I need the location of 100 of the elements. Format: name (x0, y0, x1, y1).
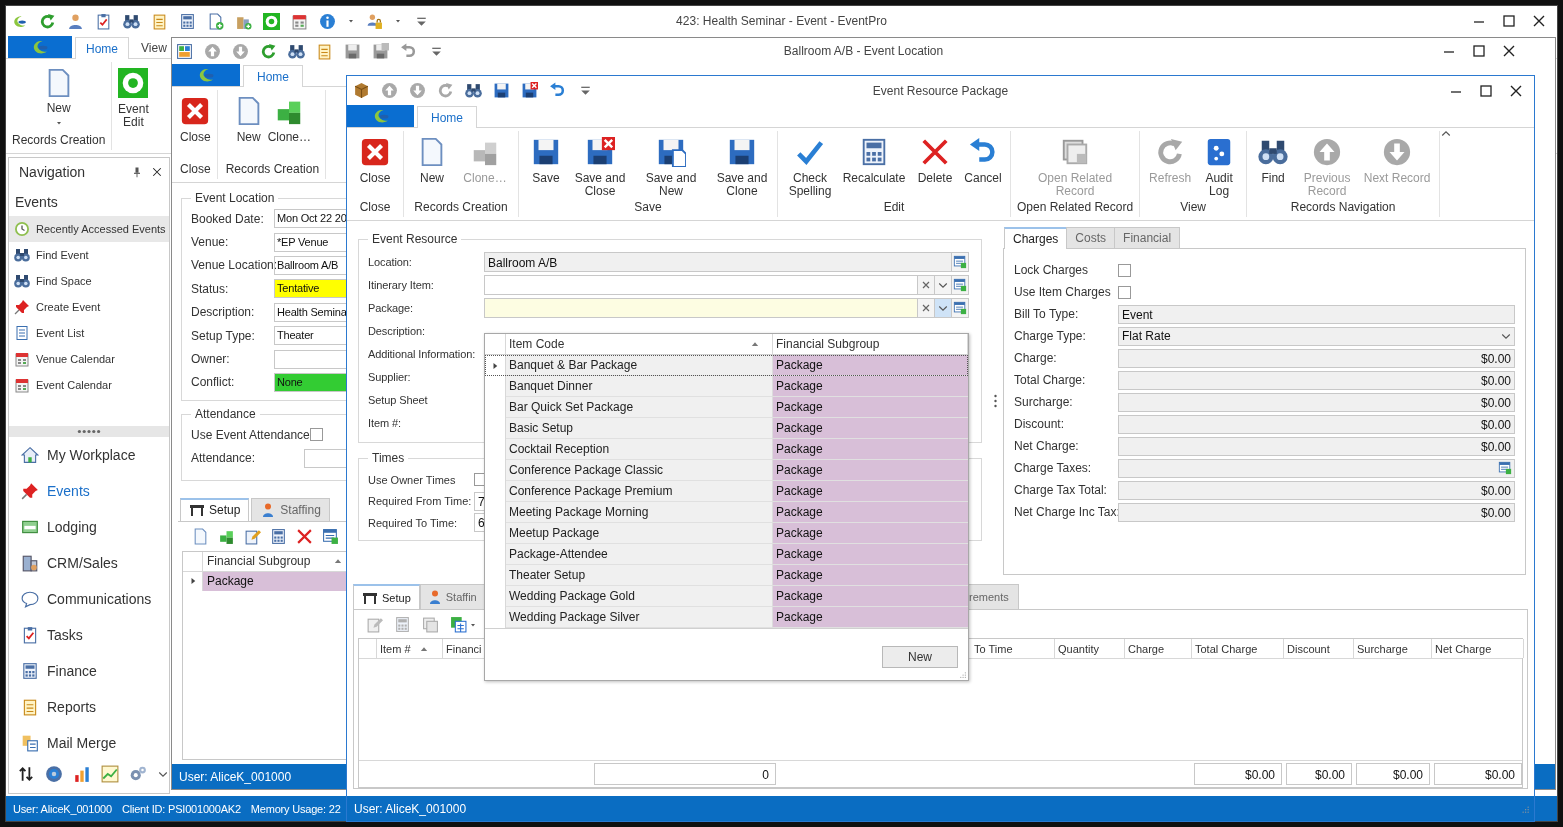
column-header[interactable]: To Time (971, 639, 1055, 658)
ribbon-button[interactable]: Save and Clone (713, 137, 771, 198)
grid-cell: Conference Package Classic (506, 460, 773, 481)
ribbon-button[interactable]: Event Edit (114, 68, 153, 129)
column-header[interactable]: Item Code (506, 334, 773, 354)
nav-module[interactable]: Lodging (9, 509, 169, 545)
column-header[interactable]: Surcharge (1354, 639, 1432, 658)
total-cell: 0 (594, 763, 776, 785)
total-cell: $0.00 (1356, 763, 1430, 785)
new-button[interactable]: New (882, 646, 958, 668)
nav-module[interactable]: CRM/Sales (9, 545, 169, 581)
ribbon-tab[interactable]: Home (243, 65, 303, 87)
list-row[interactable]: Meeting Package Morning Package (485, 502, 968, 523)
ribbon-button[interactable]: Recalculate (840, 137, 908, 185)
grid-cell: Package (773, 397, 968, 418)
tab[interactable]: Setup (180, 497, 250, 521)
ribbon-button[interactable]: Clone… (267, 96, 312, 144)
grid-cell: Package (773, 355, 968, 376)
nav-module[interactable]: Communications (9, 581, 169, 617)
ribbon-group-label: Records Navigation (1290, 200, 1396, 214)
ribbon-button[interactable]: New (33, 68, 84, 127)
list-row[interactable]: Theater Setup Package (485, 565, 968, 586)
grid-cell: Package (773, 502, 968, 523)
group-title: Times (371, 451, 406, 465)
column-header[interactable]: Financial Subgroup (773, 334, 968, 354)
ribbon-button[interactable]: Close (353, 137, 397, 185)
column-header[interactable]: Net Charge (1432, 639, 1524, 658)
nav-module[interactable]: Reports (9, 689, 169, 725)
text-field[interactable]: Event (1118, 304, 1515, 324)
list-row[interactable]: Conference Package Classic Package (485, 460, 968, 481)
ribbon-button[interactable]: Find (1253, 137, 1294, 185)
nav-item[interactable]: Create Event (9, 294, 169, 320)
tab[interactable]: Financial (1114, 227, 1181, 248)
field-label: Net Charge Inc Tax: (1014, 505, 1118, 519)
amount-field[interactable]: $0.00 (1118, 480, 1515, 500)
nav-module[interactable]: Finance (9, 653, 169, 689)
amount-field[interactable]: $0.00 (1118, 370, 1515, 390)
tab[interactable]: rements (967, 584, 1019, 609)
nav-item[interactable]: Event List (9, 320, 169, 346)
list-row[interactable]: Bar Quick Set Package Package (485, 397, 968, 418)
field-label: Setup Sheet (368, 393, 429, 406)
nav-item[interactable]: Find Space (9, 268, 169, 294)
ribbon-tab[interactable]: View (132, 37, 170, 58)
nav-module[interactable]: Tasks (9, 617, 169, 653)
group-title: Event Resource (371, 232, 459, 246)
grid-cell: Meeting Package Morning (506, 502, 773, 523)
nav-item[interactable]: Recently Accessed Events (9, 216, 169, 242)
column-header[interactable]: Discount (1284, 639, 1354, 658)
ribbon-button[interactable]: Delete (912, 137, 958, 185)
ribbon-button[interactable]: Save (525, 137, 567, 185)
ribbon-button[interactable]: Check Spelling (784, 137, 836, 198)
nav-item[interactable]: Event Calendar (9, 372, 169, 398)
text-field[interactable]: Ballroom A/B (484, 251, 952, 272)
list-row[interactable]: Basic Setup Package (485, 418, 968, 439)
ribbon-button[interactable]: Close (180, 96, 211, 144)
amount-field[interactable]: $0.00 (1118, 348, 1515, 368)
checkbox-label: Lock Charges (1014, 263, 1090, 277)
nav-module[interactable]: Mail Merge (9, 725, 169, 761)
list-row[interactable]: Cocktail Reception Package (485, 439, 968, 460)
list-row[interactable]: Banquet & Bar Package Package (485, 355, 968, 376)
amount-field[interactable]: $0.00 (1118, 414, 1515, 434)
field-label: Status: (191, 281, 230, 296)
tab[interactable]: Costs (1066, 227, 1116, 248)
ribbon-group-label: Records Creation (225, 162, 320, 176)
ribbon-button[interactable]: Save and Close (571, 137, 629, 198)
ribbon-button[interactable]: New (410, 137, 454, 185)
list-row[interactable]: Banquet Dinner Package (485, 376, 968, 397)
nav-item[interactable]: Find Event (9, 242, 169, 268)
grid-cell: Package (773, 439, 968, 460)
list-row[interactable]: Conference Package Premium Package (485, 481, 968, 502)
window-title: Event Resource Package (872, 83, 1009, 98)
ribbon-tab[interactable]: Home (417, 106, 477, 128)
column-header[interactable]: Total Charge (1192, 639, 1284, 658)
tab[interactable]: Staffing (251, 497, 330, 521)
field-label: Package: (368, 301, 415, 314)
nav-module[interactable]: Events (9, 473, 169, 509)
tab[interactable]: Charges (1004, 227, 1068, 249)
text-field[interactable]: None (274, 372, 347, 392)
list-row[interactable]: Meetup Package Package (485, 523, 968, 544)
list-row[interactable]: Wedding Package Silver Package (485, 607, 968, 628)
ribbon-button[interactable]: Audit Log (1198, 137, 1241, 198)
column-header[interactable]: Quantity (1055, 639, 1125, 658)
amount-field[interactable]: $0.00 (1118, 392, 1515, 412)
dropdown-field[interactable]: Flat Rate (1118, 326, 1515, 346)
text-field[interactable]: Tentative (274, 279, 347, 299)
ribbon-button[interactable]: Cancel (962, 137, 1004, 185)
list-row[interactable]: Wedding Package Gold Package (485, 586, 968, 607)
field-label: Discount: (1014, 417, 1066, 431)
grid-cell: Package (773, 418, 968, 439)
ribbon-tab[interactable]: Home (75, 37, 129, 59)
grid-cell: Wedding Package Silver (506, 607, 773, 628)
amount-field[interactable]: $0.00 (1118, 502, 1515, 522)
nav-module[interactable]: My Workplace (9, 437, 169, 473)
column-header[interactable]: Charge (1125, 639, 1192, 658)
amount-field[interactable]: $0.00 (1118, 436, 1515, 456)
nav-item[interactable]: Venue Calendar (9, 346, 169, 372)
list-row[interactable]: Package-Attendee Package (485, 544, 968, 565)
ribbon-button[interactable]: Save and New (633, 137, 709, 198)
tab[interactable]: Setup (353, 584, 420, 609)
ribbon-button[interactable]: New (233, 96, 264, 144)
